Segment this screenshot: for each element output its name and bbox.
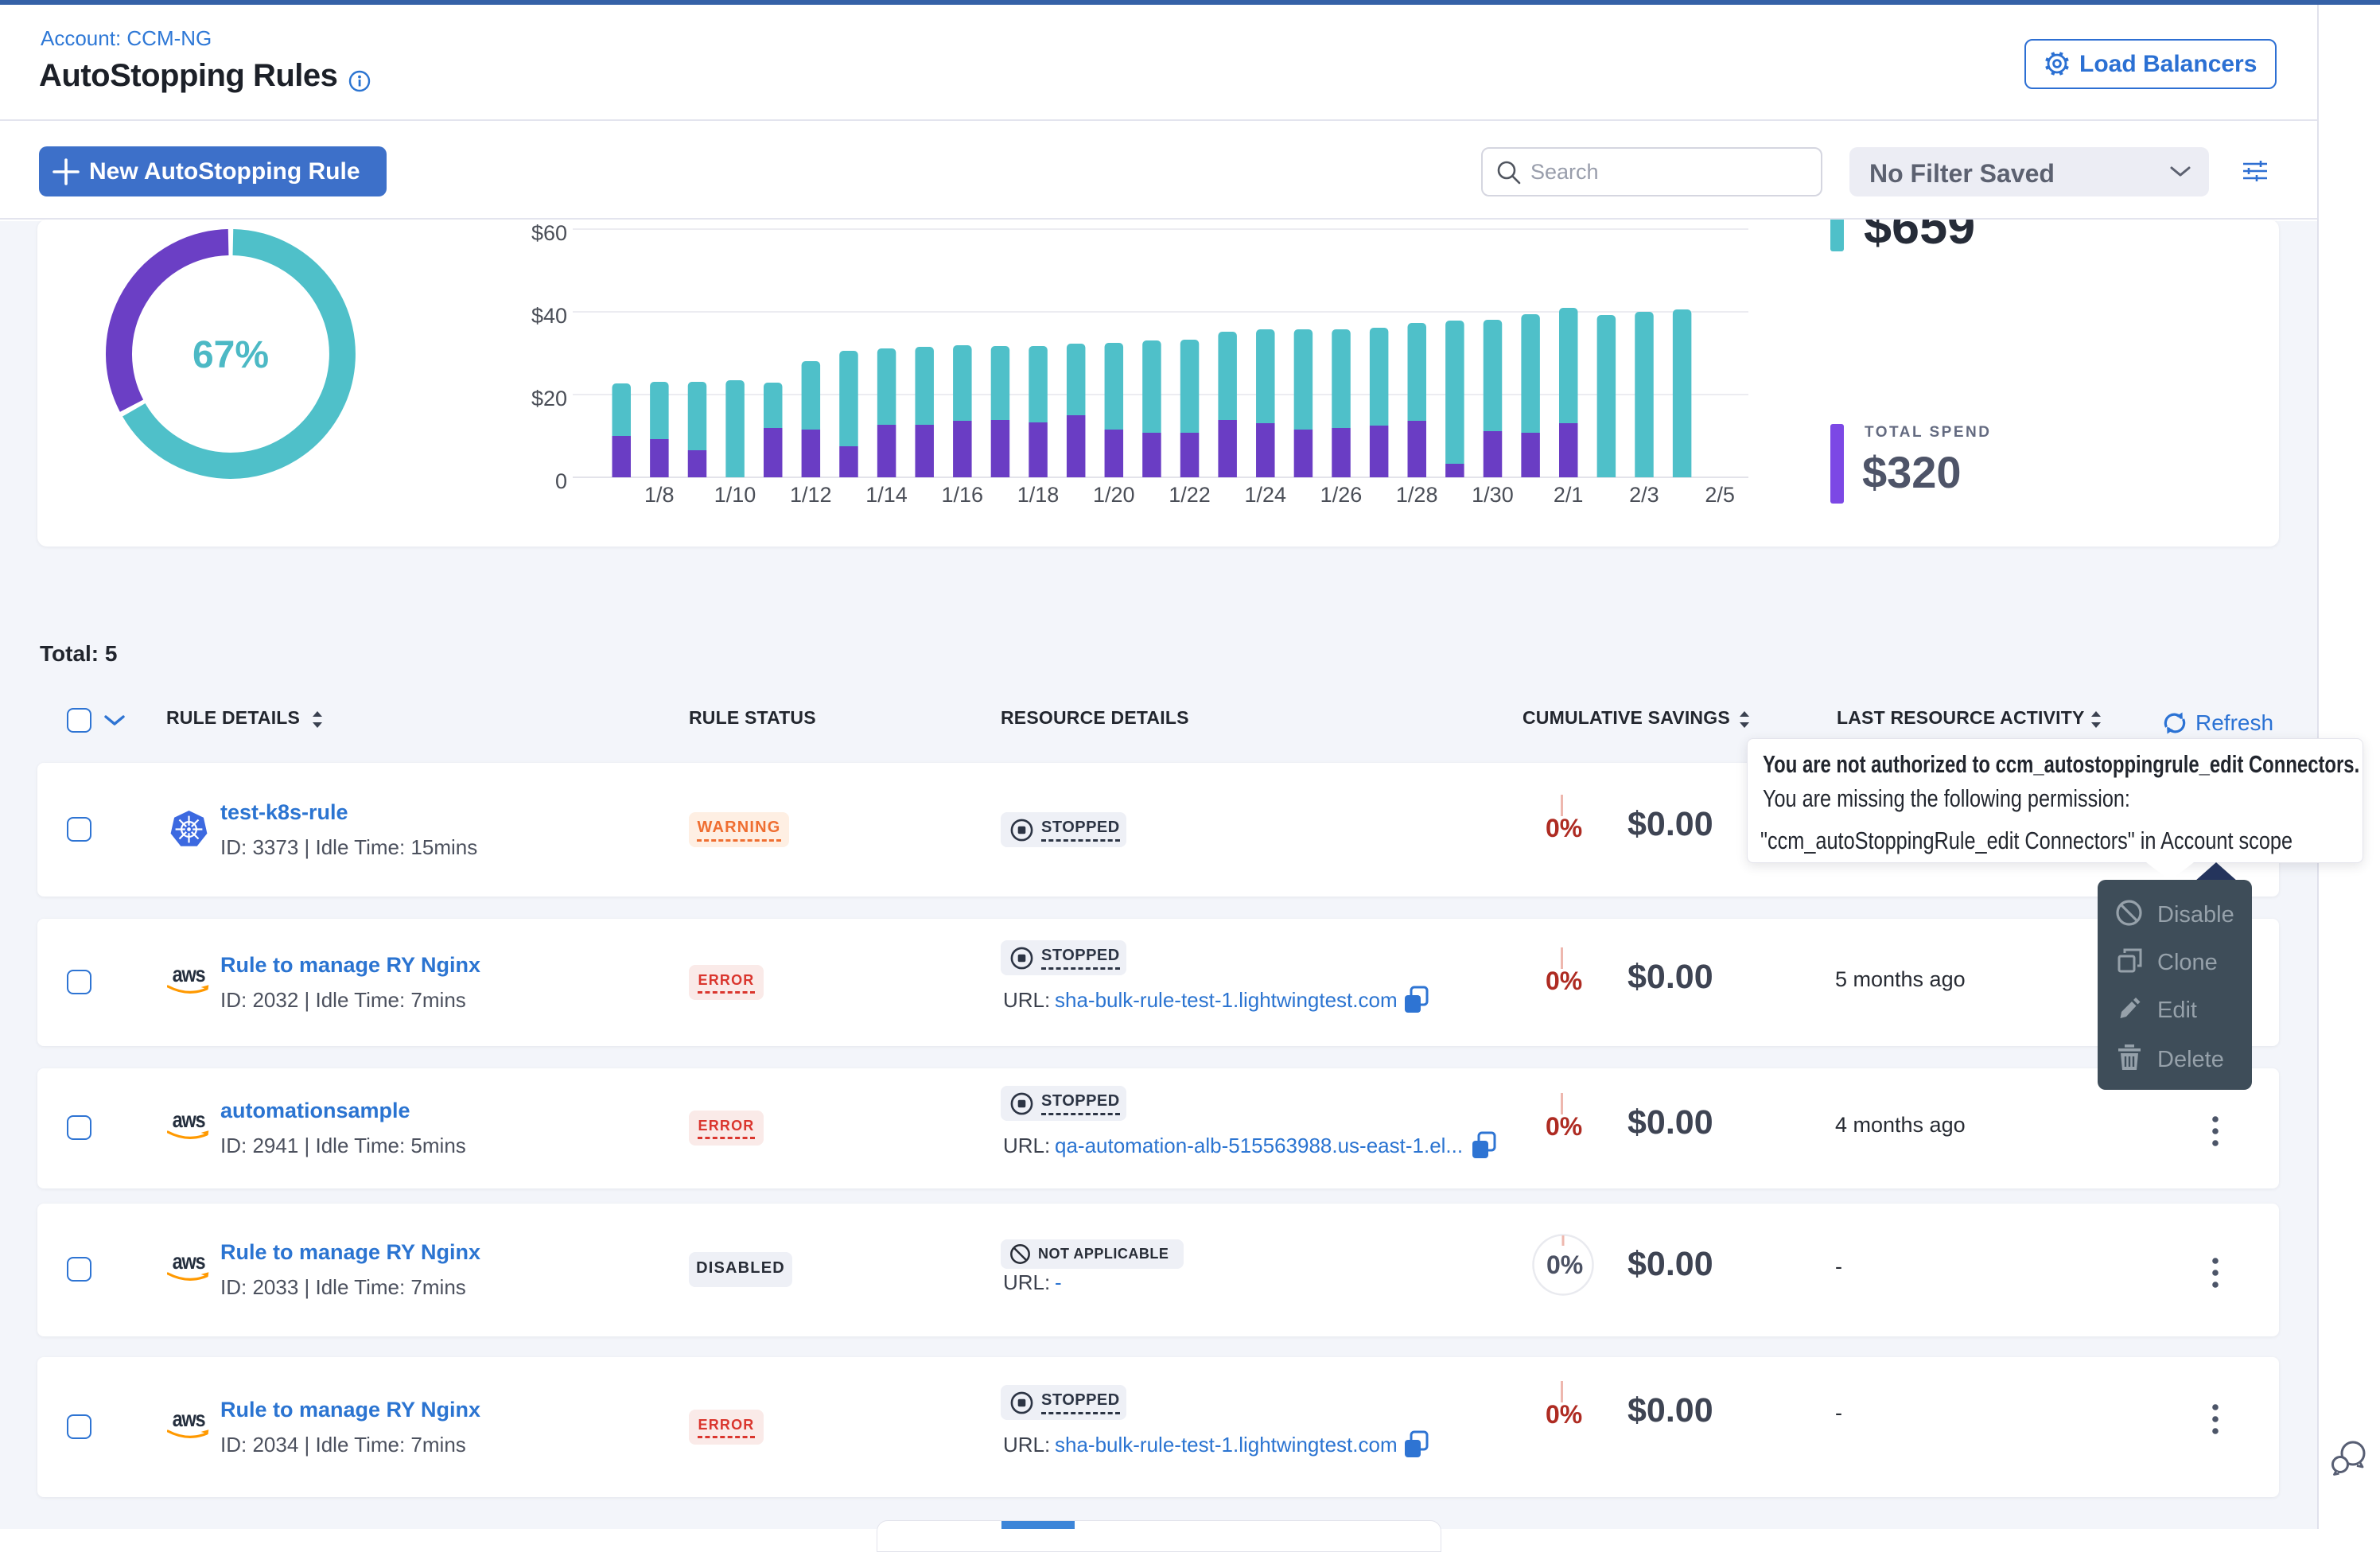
- svg-text:$60: $60: [531, 221, 567, 245]
- svg-text:$20: $20: [531, 387, 567, 410]
- svg-text:1/16: 1/16: [941, 483, 983, 507]
- svg-text:0: 0: [555, 469, 567, 493]
- svg-text:1/12: 1/12: [790, 483, 832, 507]
- svg-text:67%: 67%: [192, 334, 269, 376]
- svg-text:2/3: 2/3: [1629, 483, 1659, 507]
- svg-text:1/20: 1/20: [1093, 483, 1135, 507]
- svg-text:2/5: 2/5: [1705, 483, 1735, 507]
- svg-text:$40: $40: [531, 304, 567, 328]
- svg-text:1/14: 1/14: [865, 483, 908, 507]
- svg-text:2/1: 2/1: [1554, 483, 1584, 507]
- svg-text:1/18: 1/18: [1017, 483, 1060, 507]
- svg-text:1/10: 1/10: [714, 483, 756, 507]
- svg-text:1/22: 1/22: [1169, 483, 1211, 507]
- svg-text:1/30: 1/30: [1472, 483, 1514, 507]
- svg-text:1/28: 1/28: [1396, 483, 1438, 507]
- svg-text:1/24: 1/24: [1244, 483, 1286, 507]
- svg-text:1/26: 1/26: [1320, 483, 1363, 507]
- svg-text:1/8: 1/8: [644, 483, 675, 507]
